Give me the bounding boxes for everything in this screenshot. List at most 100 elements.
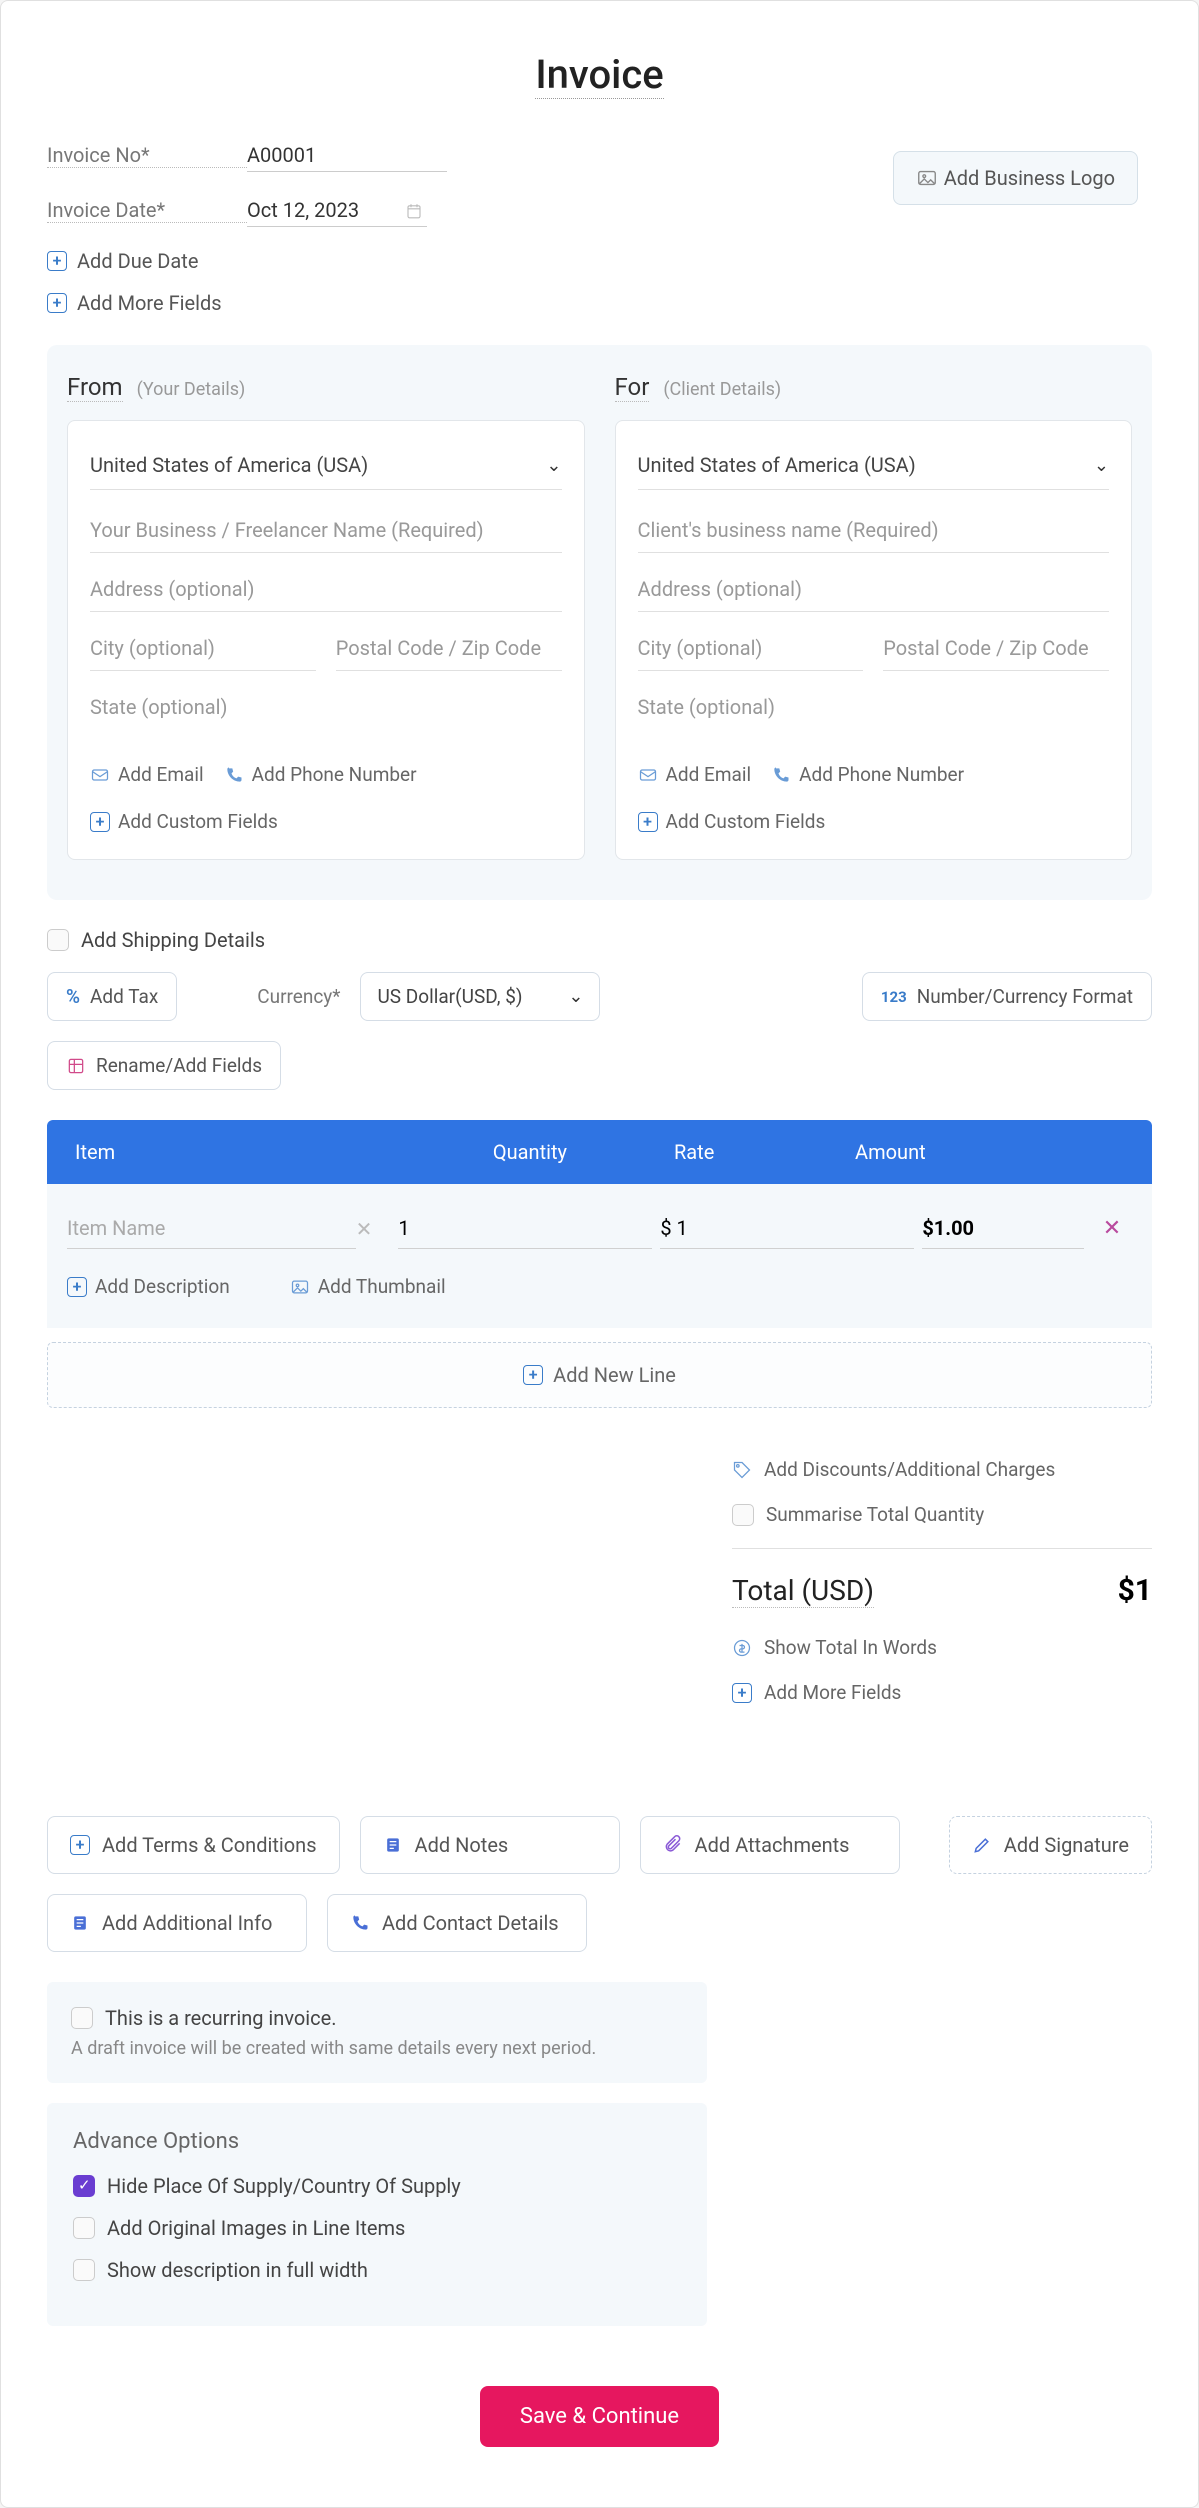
line-item-row: ✕ $1.00 ✕ (67, 1208, 1132, 1249)
rename-fields-button[interactable]: Rename/Add Fields (47, 1041, 281, 1090)
summary-section: Add Discounts/Additional Charges Summari… (732, 1458, 1152, 1726)
plus-icon: + (67, 1277, 87, 1297)
add-description-label: Add Description (95, 1275, 230, 1298)
add-logo-button[interactable]: Add Business Logo (893, 151, 1138, 205)
for-country-select[interactable]: United States of America (USA) ⌄ (638, 447, 1110, 490)
currency-select[interactable]: US Dollar(USD, $) ⌄ (360, 972, 600, 1021)
hide-place-checkbox[interactable] (73, 2175, 95, 2197)
original-images-label: Add Original Images in Line Items (107, 2216, 405, 2240)
full-width-desc-label: Show description in full width (107, 2258, 368, 2282)
for-add-custom-button[interactable]: + Add Custom Fields (638, 810, 826, 833)
add-tax-label: Add Tax (90, 985, 158, 1008)
for-zip-input[interactable] (883, 626, 1109, 671)
recurring-checkbox[interactable] (71, 2007, 93, 2029)
add-additional-info-button[interactable]: Add Additional Info (47, 1894, 307, 1952)
add-discounts-button[interactable]: Add Discounts/Additional Charges (732, 1458, 1152, 1481)
for-state-input[interactable] (638, 685, 1110, 729)
add-thumbnail-label: Add Thumbnail (318, 1275, 446, 1298)
for-name-input[interactable] (638, 508, 1110, 553)
add-terms-label: Add Terms & Conditions (102, 1833, 317, 1857)
chevron-down-icon: ⌄ (546, 455, 561, 476)
add-contact-label: Add Contact Details (382, 1911, 559, 1935)
from-city-input[interactable] (90, 626, 316, 671)
delete-line-button[interactable]: ✕ (1092, 1216, 1132, 1241)
chevron-down-icon: ⌄ (1094, 455, 1109, 476)
add-more-fields-button[interactable]: + Add More Fields (47, 291, 1152, 315)
invoice-no-input[interactable] (247, 139, 447, 172)
from-subtitle: (Your Details) (137, 379, 246, 400)
phone-icon (771, 765, 791, 785)
add-due-date-label: Add Due Date (77, 249, 198, 273)
add-tax-button[interactable]: % Add Tax (47, 972, 177, 1021)
for-city-input[interactable] (638, 626, 864, 671)
for-address-input[interactable] (638, 567, 1110, 612)
number-format-label: Number/Currency Format (917, 985, 1133, 1008)
total-value: $1 (1118, 1573, 1152, 1608)
table-icon (66, 1056, 86, 1076)
number-icon: 123 (881, 988, 907, 1006)
add-signature-button[interactable]: Add Signature (949, 1816, 1152, 1874)
from-title: From (67, 373, 123, 402)
hide-place-label: Hide Place Of Supply/Country Of Supply (107, 2174, 461, 2198)
currency-value: US Dollar(USD, $) (377, 985, 522, 1008)
from-add-email-label: Add Email (118, 763, 204, 786)
percent-icon: % (66, 985, 80, 1008)
summarise-checkbox[interactable] (732, 1504, 754, 1526)
add-terms-button[interactable]: + Add Terms & Conditions (47, 1816, 340, 1874)
item-name-input[interactable] (67, 1208, 356, 1249)
clear-item-button[interactable]: ✕ (356, 1217, 373, 1241)
add-more-fields-label: Add More Fields (77, 291, 222, 315)
item-rate-input[interactable] (660, 1208, 914, 1249)
plus-icon: + (638, 812, 658, 832)
add-signature-label: Add Signature (1004, 1833, 1129, 1857)
pen-icon (972, 1835, 992, 1855)
mail-icon (90, 765, 110, 785)
from-country-select[interactable]: United States of America (USA) ⌄ (90, 447, 562, 490)
save-continue-button[interactable]: Save & Continue (480, 2386, 719, 2447)
item-amount: $1.00 (922, 1208, 1084, 1249)
summarise-label: Summarise Total Quantity (766, 1503, 984, 1526)
col-rate-header: Rate (674, 1140, 855, 1164)
from-state-input[interactable] (90, 685, 562, 729)
mail-icon (638, 765, 658, 785)
add-notes-label: Add Notes (415, 1833, 509, 1857)
add-thumbnail-button[interactable]: Add Thumbnail (290, 1275, 446, 1298)
add-attachments-button[interactable]: Add Attachments (640, 1816, 900, 1874)
number-format-button[interactable]: 123 Number/Currency Format (862, 972, 1152, 1021)
summarise-qty-option[interactable]: Summarise Total Quantity (732, 1503, 1152, 1526)
from-add-phone-button[interactable]: Add Phone Number (224, 763, 417, 786)
total-label: Total (USD) (732, 1574, 874, 1608)
from-country-value: United States of America (USA) (90, 453, 368, 477)
add-notes-button[interactable]: Add Notes (360, 1816, 620, 1874)
add-new-line-label: Add New Line (553, 1363, 676, 1387)
from-add-phone-label: Add Phone Number (252, 763, 417, 786)
from-address-input[interactable] (90, 567, 562, 612)
from-add-custom-button[interactable]: + Add Custom Fields (90, 810, 278, 833)
full-width-desc-checkbox[interactable] (73, 2259, 95, 2281)
item-qty-input[interactable] (398, 1208, 652, 1249)
items-table-header: Item Quantity Rate Amount (47, 1120, 1152, 1184)
original-images-checkbox[interactable] (73, 2217, 95, 2239)
for-add-phone-button[interactable]: Add Phone Number (771, 763, 964, 786)
for-add-email-button[interactable]: Add Email (638, 763, 752, 786)
summary-add-more-button[interactable]: + Add More Fields (732, 1681, 1152, 1704)
recurring-section: This is a recurring invoice. A draft inv… (47, 1982, 707, 2083)
invoice-date-label: Invoice Date* (47, 198, 247, 223)
col-qty-header: Quantity (493, 1140, 674, 1164)
invoice-date-input[interactable] (247, 194, 427, 227)
add-new-line-button[interactable]: + Add New Line (47, 1342, 1152, 1408)
add-description-button[interactable]: + Add Description (67, 1275, 230, 1298)
invoice-no-label: Invoice No* (47, 143, 247, 168)
chevron-down-icon: ⌄ (568, 986, 583, 1007)
show-total-words-button[interactable]: Show Total In Words (732, 1636, 1152, 1659)
from-add-email-button[interactable]: Add Email (90, 763, 204, 786)
items-table-body: ✕ $1.00 ✕ + Add Description Add Thumbnai… (47, 1184, 1152, 1328)
shipping-checkbox[interactable] (47, 929, 69, 951)
add-contact-details-button[interactable]: Add Contact Details (327, 1894, 587, 1952)
calendar-icon[interactable] (405, 200, 423, 220)
summary-add-more-label: Add More Fields (764, 1681, 901, 1704)
from-zip-input[interactable] (336, 626, 562, 671)
for-country-value: United States of America (USA) (638, 453, 916, 477)
add-due-date-button[interactable]: + Add Due Date (47, 249, 1152, 273)
from-name-input[interactable] (90, 508, 562, 553)
